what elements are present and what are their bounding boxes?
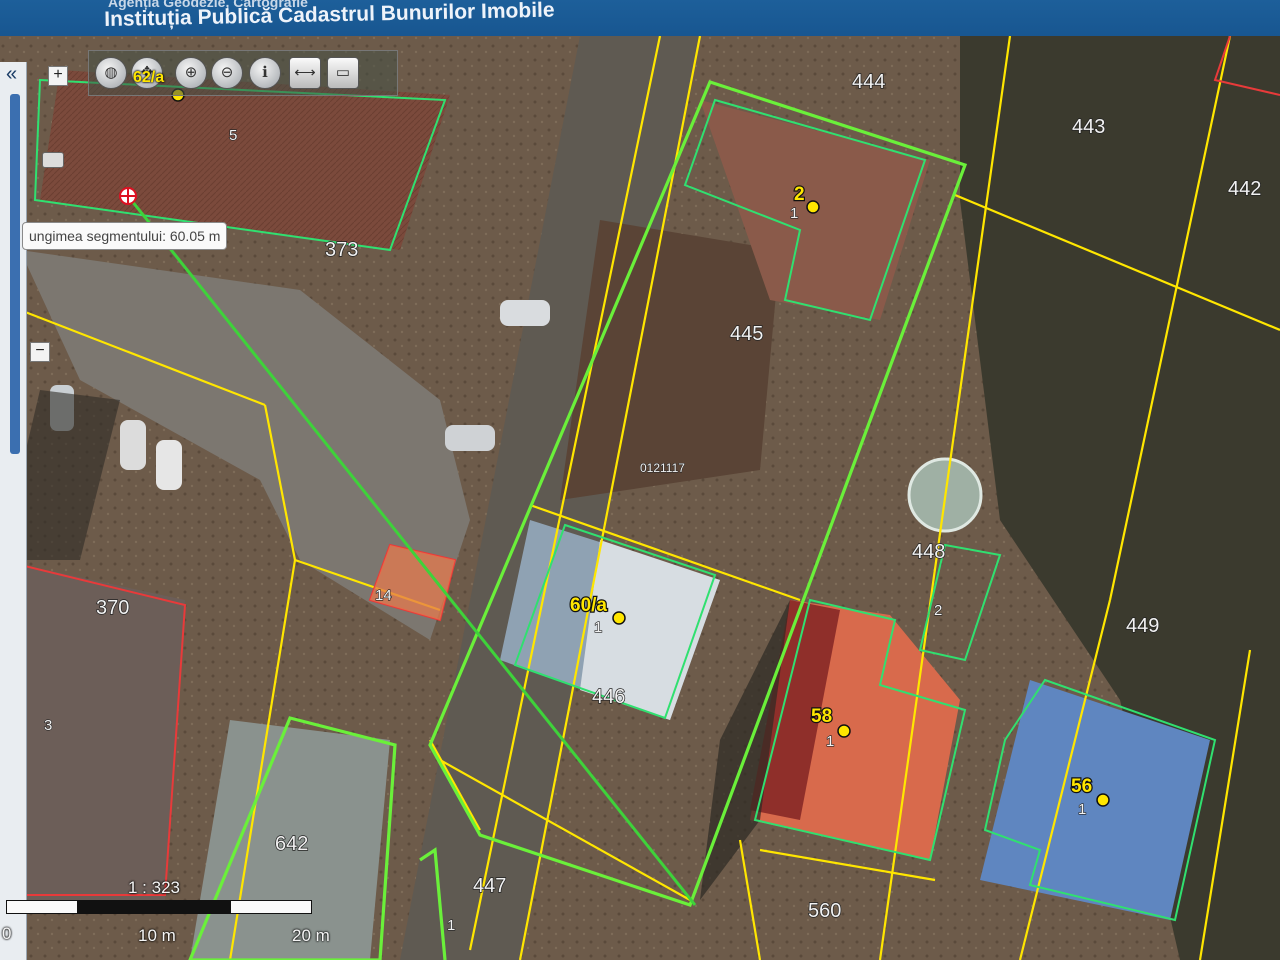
map-toolbar: ◍ ✥ ⊕ ⊖ ℹ ⟷ ▭ 62/a: [88, 50, 398, 96]
zoom-in-button[interactable]: +: [48, 66, 68, 86]
parcel-label: 560: [808, 900, 841, 922]
scale-segment: [230, 900, 312, 914]
active-building-label: 62/a: [133, 69, 165, 86]
building-sub-label: 1: [1078, 801, 1086, 818]
marker-dot[interactable]: [806, 200, 820, 214]
marker-dot[interactable]: [837, 724, 851, 738]
measure-icon[interactable]: ⟷: [289, 57, 321, 89]
scale-bar: [6, 900, 312, 916]
building-sub-label: 1: [826, 733, 834, 750]
cadastral-zone-label: 0121117: [640, 461, 685, 475]
parcel-label: 449: [1126, 615, 1159, 637]
aerial-roof-370: [0, 560, 185, 900]
building-label: 2: [794, 184, 805, 205]
scale-label-10: 10 m: [138, 926, 176, 945]
scale-label-0: 0: [2, 924, 12, 943]
parcel-label: 445: [730, 323, 763, 345]
map-view[interactable]: 444 443 442 445 373 5 448 2 449 370 3 14…: [0, 36, 1280, 960]
zoom-slider-handle[interactable]: [42, 152, 64, 168]
parcel-label: 373: [325, 239, 358, 261]
parcel-label: 370: [96, 597, 129, 619]
area-icon[interactable]: ▭: [327, 57, 359, 89]
parcel-label: 446: [592, 686, 625, 708]
info-icon[interactable]: ℹ: [249, 57, 281, 89]
parcel-label: 2: [934, 602, 942, 619]
parcel-label: 444: [852, 71, 885, 93]
zoom-out-button[interactable]: −: [30, 342, 50, 362]
parcel-label: 447: [473, 875, 506, 897]
scale-segment: [78, 900, 230, 914]
parcel-label: 443: [1072, 116, 1105, 138]
building-label: 60/a: [570, 595, 607, 616]
aerial-car: [500, 300, 550, 326]
marker-dot[interactable]: [612, 611, 626, 625]
building-sub-label: 1: [594, 619, 602, 636]
aerial-car: [120, 420, 146, 470]
building-sub-label: 1: [790, 205, 798, 222]
scale-label-20: 20 m: [292, 926, 330, 945]
marker-dot[interactable]: [1096, 793, 1110, 807]
parcel-label: 442: [1228, 178, 1261, 200]
building-label: 58: [811, 706, 832, 727]
zoom-out-icon[interactable]: ⊖: [211, 57, 243, 89]
parcel-label: 3: [44, 717, 52, 734]
scale-segment: [6, 900, 78, 914]
parcel-label: 14: [375, 587, 392, 604]
parcel-label: 642: [275, 833, 308, 855]
zoom-in-icon[interactable]: ⊕: [175, 57, 207, 89]
map-canvas[interactable]: 444 443 442 445 373 5 448 2 449 370 3 14…: [0, 36, 1280, 960]
panel-scrollbar[interactable]: [10, 94, 20, 454]
segment-length-tooltip: ungimea segmentului: 60.05 m: [22, 222, 228, 250]
parcel-label: 1: [447, 917, 455, 934]
aerial-car: [445, 425, 495, 451]
aerial-car: [156, 440, 182, 490]
collapse-panel-button[interactable]: «: [6, 64, 24, 86]
parcel-label: 448: [912, 541, 945, 563]
parcel-label: 5: [229, 127, 237, 144]
building-label: 56: [1071, 776, 1092, 797]
scale-ratio: 1 : 323: [128, 878, 180, 897]
globe-icon[interactable]: ◍: [95, 57, 127, 89]
